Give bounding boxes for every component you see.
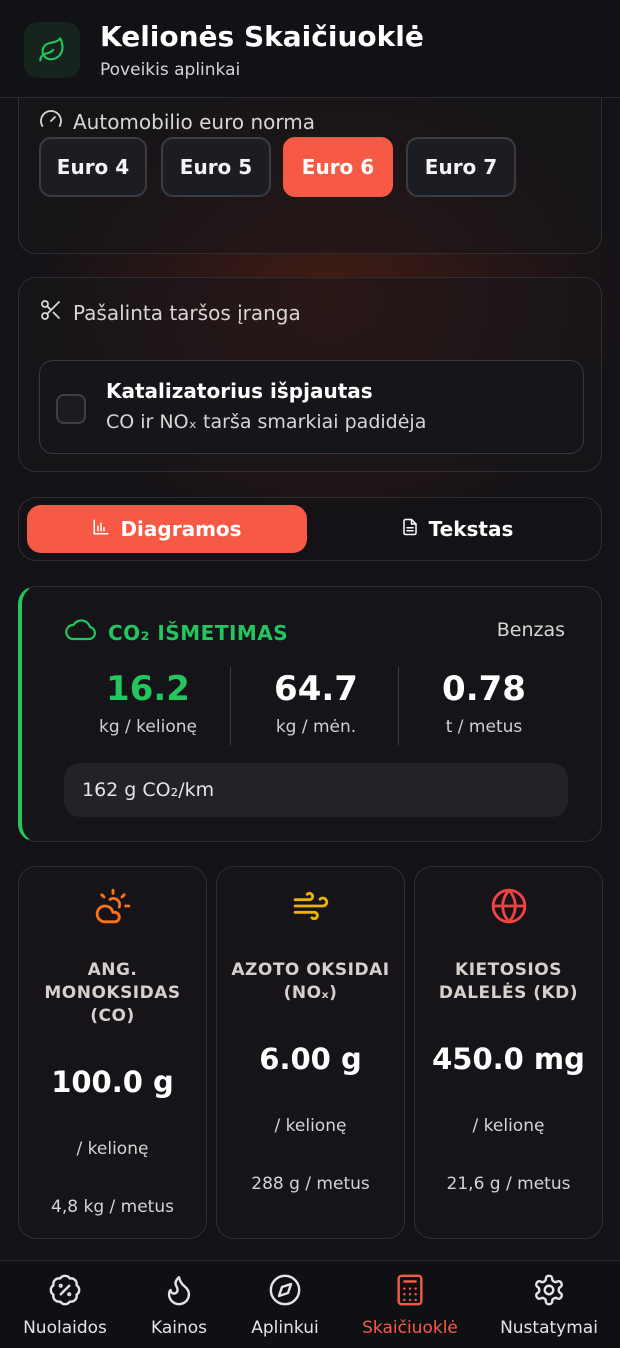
leaf-icon [24, 22, 80, 78]
euro-norm-heading: Automobilio euro norma [39, 107, 315, 136]
co2-per-trip-unit: kg / kelionę [99, 717, 197, 737]
discount-icon [48, 1273, 82, 1312]
nav-item-discounts[interactable]: Nuolaidos [3, 1273, 127, 1343]
document-icon [401, 517, 419, 541]
nav-item-settings[interactable]: Nustatymai [487, 1273, 611, 1343]
wind-icon [217, 887, 404, 925]
removed-equipment-label: Pašalinta taršos įranga [73, 300, 301, 325]
pollutant-yearly: 288 g / metus [251, 1174, 370, 1194]
pollutant-value: 100.0 g [51, 1065, 174, 1099]
calculator-icon [393, 1273, 427, 1312]
co2-per-month-value: 64.7 [274, 669, 358, 709]
globe-icon [415, 887, 602, 925]
settings-icon [532, 1273, 566, 1312]
co2-heading: CO₂ IŠMETIMAS [64, 617, 288, 648]
pollutant-card-nox: AZOTO OKSIDAI (NOₓ) 6.00 g / kelionę 288… [216, 866, 405, 1239]
euro-4-button[interactable]: Euro 4 [39, 137, 147, 197]
scissors-icon [39, 298, 63, 327]
compass-icon [268, 1273, 302, 1312]
pollutant-unit: / kelionę [274, 1116, 347, 1136]
pollutant-yearly: 4,8 kg / metus [51, 1197, 174, 1217]
nav-label: Aplinkui [251, 1318, 319, 1338]
pollutant-value: 6.00 g [259, 1042, 362, 1076]
tab-charts-label: Diagramos [120, 517, 242, 541]
fuel-type: Benzas [496, 619, 565, 641]
tab-text-label: Tekstas [428, 517, 514, 541]
pollutant-unit: / kelionę [76, 1139, 149, 1159]
divider [230, 667, 231, 745]
co2-card: CO₂ IŠMETIMAS Benzas 16.2 kg / kelionę 6… [18, 586, 602, 842]
co2-title: CO₂ IŠMETIMAS [108, 620, 289, 645]
cloud-icon [64, 617, 98, 648]
euro-norm-label: Automobilio euro norma [73, 109, 315, 134]
app-subtitle: Poveikis aplinkai [100, 60, 241, 80]
nav-item-calculator[interactable]: Skaičiuoklė [348, 1273, 472, 1343]
bottom-nav: Nuolaidos Kainos Aplinkui Skaičiuoklė Nu… [0, 1260, 620, 1348]
euro-5-button[interactable]: Euro 5 [161, 137, 271, 197]
pollutant-name: KIETOSIOS DALELĖS (KD) [438, 960, 579, 1003]
nav-label: Nustatymai [500, 1318, 598, 1338]
nav-item-nearby[interactable]: Aplinkui [223, 1273, 347, 1343]
pollutant-name: AZOTO OKSIDAI (NOₓ) [231, 960, 390, 1003]
nav-label: Nuolaidos [23, 1318, 107, 1338]
catalyst-checkbox[interactable] [56, 394, 86, 424]
co2-per-month-unit: kg / mėn. [275, 717, 357, 737]
catalyst-description: CO ir NOₓ tarša smarkiai padidėja [106, 411, 427, 433]
co2-per-trip: 16.2 kg / kelionę [64, 669, 232, 737]
pollutant-yearly: 21,6 g / metus [446, 1174, 571, 1194]
euro-6-button[interactable]: Euro 6 [283, 137, 393, 197]
app-header: Kelionės Skaičiuoklė Poveikis aplinkai [0, 0, 620, 98]
pollutant-value: 450.0 mg [432, 1042, 585, 1076]
pollutant-unit: / kelionę [472, 1116, 545, 1136]
removed-equipment-heading: Pašalinta taršos įranga [39, 298, 301, 327]
pollutant-card-pm: KIETOSIOS DALELĖS (KD) 450.0 mg / kelion… [414, 866, 603, 1239]
co2-per-year-value: 0.78 [442, 669, 526, 709]
bar-chart-icon [92, 517, 110, 541]
pollutant-card-co: ANG. MONOKSIDAS (CO) 100.0 g / kelionę 4… [18, 866, 207, 1239]
cloud-sun-icon [19, 887, 206, 925]
co2-per-km: 162 g CO₂/km [64, 763, 568, 817]
tab-text[interactable]: Tekstas [319, 505, 595, 553]
catalyst-option[interactable]: Katalizatorius išpjautas CO ir NOₓ tarša… [39, 360, 584, 454]
removed-equipment-card: Pašalinta taršos įranga Katalizatorius i… [18, 277, 602, 472]
tab-charts[interactable]: Diagramos [27, 505, 307, 553]
nav-label: Kainos [150, 1318, 208, 1338]
euro-7-button[interactable]: Euro 7 [406, 137, 516, 197]
catalyst-title: Katalizatorius išpjautas [106, 379, 373, 403]
flame-icon [162, 1273, 196, 1312]
nav-label: Skaičiuoklė [362, 1318, 458, 1338]
gauge-icon [39, 107, 63, 136]
view-toggle: Diagramos Tekstas [18, 497, 602, 561]
co2-per-year: 0.78 t / metus [400, 669, 568, 737]
co2-per-trip-value: 16.2 [106, 669, 190, 709]
co2-per-year-unit: t / metus [445, 717, 523, 737]
pollutant-name: ANG. MONOKSIDAS (CO) [44, 960, 181, 1026]
divider [398, 667, 399, 745]
co2-per-month: 64.7 kg / mėn. [232, 669, 400, 737]
app-title: Kelionės Skaičiuoklė [100, 20, 424, 53]
